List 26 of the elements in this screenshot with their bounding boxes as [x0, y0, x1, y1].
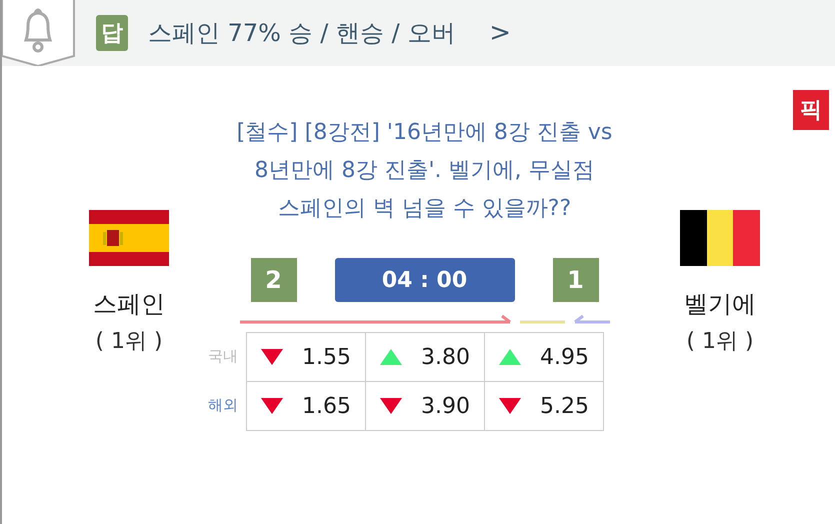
home-score: 2 — [250, 258, 296, 302]
match-time: 04 : 00 — [334, 258, 514, 302]
team-name: 벨기에 — [684, 289, 756, 320]
down-triangle-icon — [499, 398, 521, 414]
odds-cell: 4.95 — [484, 332, 604, 382]
up-triangle-icon — [499, 349, 521, 365]
down-triangle-icon — [380, 398, 402, 414]
down-triangle-icon — [261, 349, 283, 365]
headline[interactable]: [철수] [8강전] '16년만에 8강 진출 vs 8년만에 8강 진출'. 벨기에, 무실점 스페인의 벽 넘을 수 있을까?? — [214, 114, 634, 228]
pick-badge: 픽 — [793, 90, 829, 130]
spain-flag-icon — [89, 210, 169, 266]
odds-cell: 1.55 — [246, 332, 366, 382]
team-rank: ( 1위 ) — [95, 328, 163, 356]
belgium-flag-icon — [680, 210, 760, 266]
odds-source-tab[interactable]: 해외 — [200, 396, 246, 415]
down-triangle-icon — [261, 398, 283, 414]
odds-cell: 1.65 — [246, 381, 366, 431]
bell-icon[interactable] — [2, 0, 76, 66]
prediction-text: 스페인 77% 승 / 핸승 / 오버 — [148, 18, 456, 49]
up-triangle-icon — [380, 349, 402, 365]
odds-cell: 5.25 — [484, 381, 604, 431]
next-button[interactable]: > — [485, 18, 516, 48]
answer-badge: 답 — [96, 15, 128, 51]
team-name: 스페인 — [93, 289, 165, 320]
away-score: 1 — [552, 258, 598, 302]
team-rank: ( 1위 ) — [686, 328, 754, 356]
